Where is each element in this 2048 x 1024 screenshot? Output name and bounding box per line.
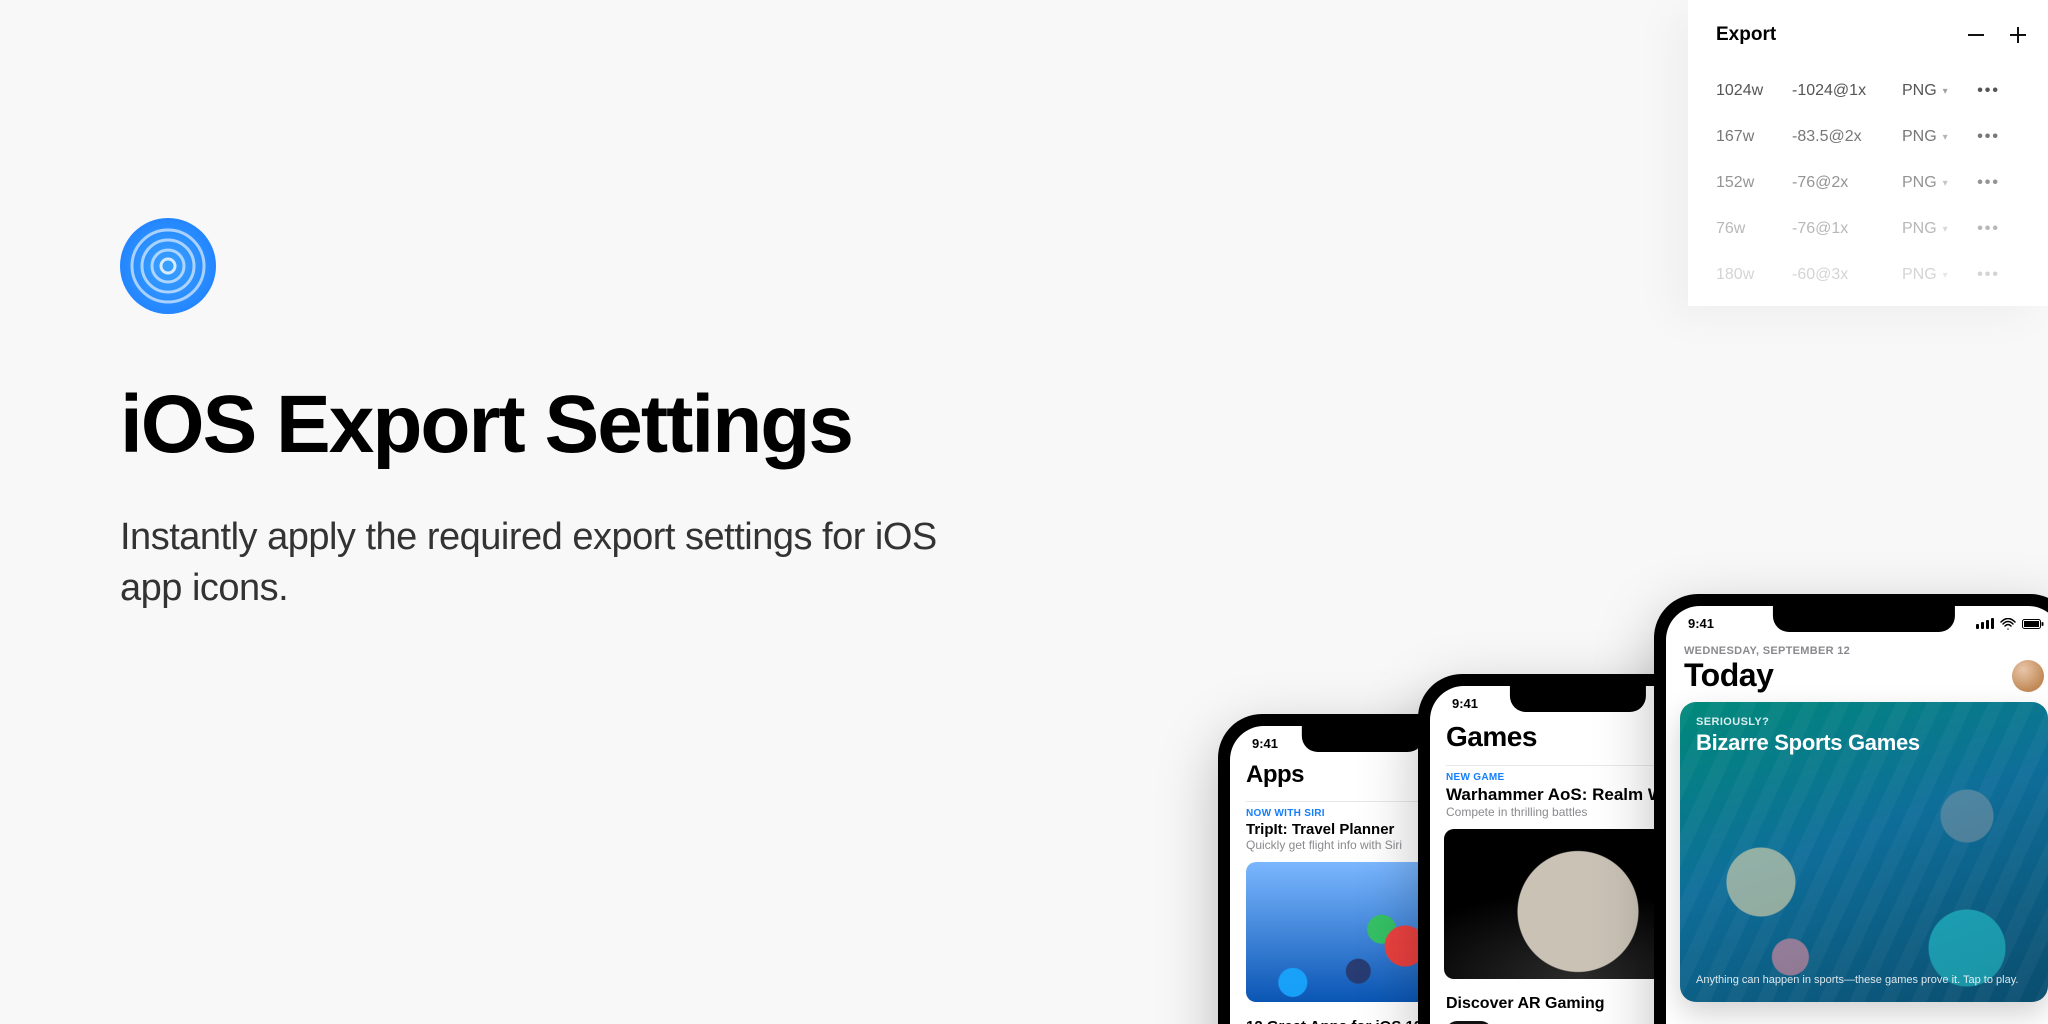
- export-suffix[interactable]: -76@1x: [1792, 220, 1902, 238]
- status-signals-icon: [1976, 618, 2044, 630]
- export-size[interactable]: 167w: [1716, 128, 1792, 146]
- add-export-button[interactable]: [2008, 25, 2028, 45]
- export-format-select[interactable]: PNG▾: [1902, 220, 1970, 238]
- export-row-more-button[interactable]: •••: [1970, 128, 2000, 146]
- phone-mockups: 9:41 WEDNESDAY, SEPTEMBER 12 Today SERIO…: [1268, 544, 2048, 1024]
- export-panel: Export 1024w -1024@1x PNG▾ ••• 167w -83.…: [1688, 0, 2048, 306]
- export-format-select[interactable]: PNG▾: [1902, 82, 1970, 100]
- concentric-rings-icon: [120, 218, 216, 314]
- export-suffix[interactable]: -76@2x: [1792, 174, 1902, 192]
- today-title: Today: [1684, 657, 1773, 694]
- export-row[interactable]: 180w -60@3x PNG▾ •••: [1716, 252, 2028, 298]
- today-card-art: [1680, 702, 2048, 1002]
- export-format-select[interactable]: PNG▾: [1902, 174, 1970, 192]
- export-suffix[interactable]: -1024@1x: [1792, 82, 1902, 100]
- export-format-select[interactable]: PNG▾: [1902, 266, 1970, 284]
- export-size[interactable]: 76w: [1716, 220, 1792, 238]
- hero-title: iOS Export Settings: [120, 378, 970, 472]
- export-format-select[interactable]: PNG▾: [1902, 128, 1970, 146]
- export-row[interactable]: 152w -76@2x PNG▾ •••: [1716, 160, 2028, 206]
- today-card-footer: Anything can happen in sports—these game…: [1696, 973, 2032, 988]
- export-row-more-button[interactable]: •••: [1970, 82, 2000, 100]
- hero: iOS Export Settings Instantly apply the …: [120, 218, 970, 615]
- export-row-more-button[interactable]: •••: [1970, 174, 2000, 192]
- status-clock: 9:41: [1452, 696, 1478, 711]
- today-date: WEDNESDAY, SEPTEMBER 12: [1666, 635, 2048, 657]
- today-featured-card[interactable]: SERIOUSLY? Bizarre Sports Games Anything…: [1680, 702, 2048, 1002]
- chevron-down-icon: ▾: [1943, 270, 1948, 281]
- export-size[interactable]: 152w: [1716, 174, 1792, 192]
- chevron-down-icon: ▾: [1943, 132, 1948, 143]
- phone-notch: [1773, 606, 1955, 632]
- today-card-kicker: SERIOUSLY?: [1680, 702, 2048, 730]
- hero-subtitle: Instantly apply the required export sett…: [120, 512, 970, 615]
- export-row[interactable]: 1024w -1024@1x PNG▾ •••: [1716, 68, 2028, 114]
- export-suffix[interactable]: -83.5@2x: [1792, 128, 1902, 146]
- chevron-down-icon: ▾: [1943, 86, 1948, 97]
- export-rows: 1024w -1024@1x PNG▾ ••• 167w -83.5@2x PN…: [1716, 68, 2028, 298]
- export-row[interactable]: 167w -83.5@2x PNG▾ •••: [1716, 114, 2028, 160]
- phone-today: 9:41 WEDNESDAY, SEPTEMBER 12 Today SERIO…: [1654, 594, 2048, 1024]
- phone-notch: [1302, 726, 1424, 752]
- export-suffix[interactable]: -60@3x: [1792, 266, 1902, 284]
- phone-notch: [1510, 686, 1646, 712]
- chevron-down-icon: ▾: [1943, 224, 1948, 235]
- export-size[interactable]: 180w: [1716, 266, 1792, 284]
- avatar[interactable]: [2012, 660, 2044, 692]
- export-size[interactable]: 1024w: [1716, 82, 1792, 100]
- export-row-more-button[interactable]: •••: [1970, 220, 2000, 238]
- chevron-down-icon: ▾: [1943, 178, 1948, 189]
- export-row[interactable]: 76w -76@1x PNG▾ •••: [1716, 206, 2028, 252]
- export-row-more-button[interactable]: •••: [1970, 266, 2000, 284]
- export-panel-title: Export: [1716, 24, 1776, 46]
- status-clock: 9:41: [1688, 616, 1714, 631]
- remove-export-button[interactable]: [1966, 25, 1986, 45]
- status-clock: 9:41: [1252, 736, 1278, 751]
